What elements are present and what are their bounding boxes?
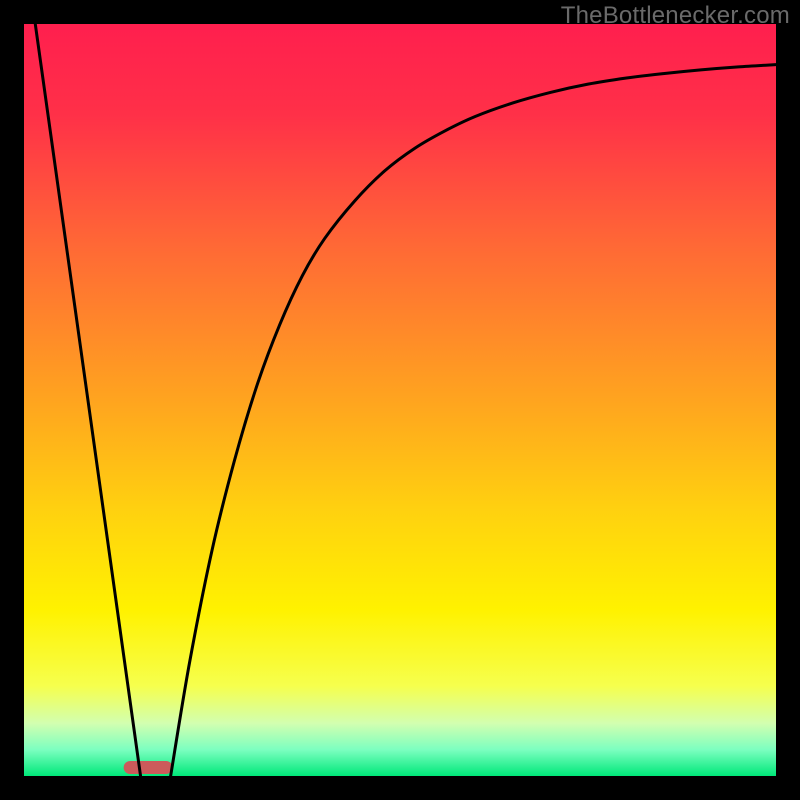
watermark-text: TheBottlenecker.com <box>561 2 790 30</box>
plot-area <box>24 24 776 776</box>
chart-frame: TheBottlenecker.com <box>0 0 800 800</box>
chart-svg <box>24 24 776 776</box>
gradient-background <box>24 24 776 776</box>
bottleneck-marker <box>124 761 173 774</box>
